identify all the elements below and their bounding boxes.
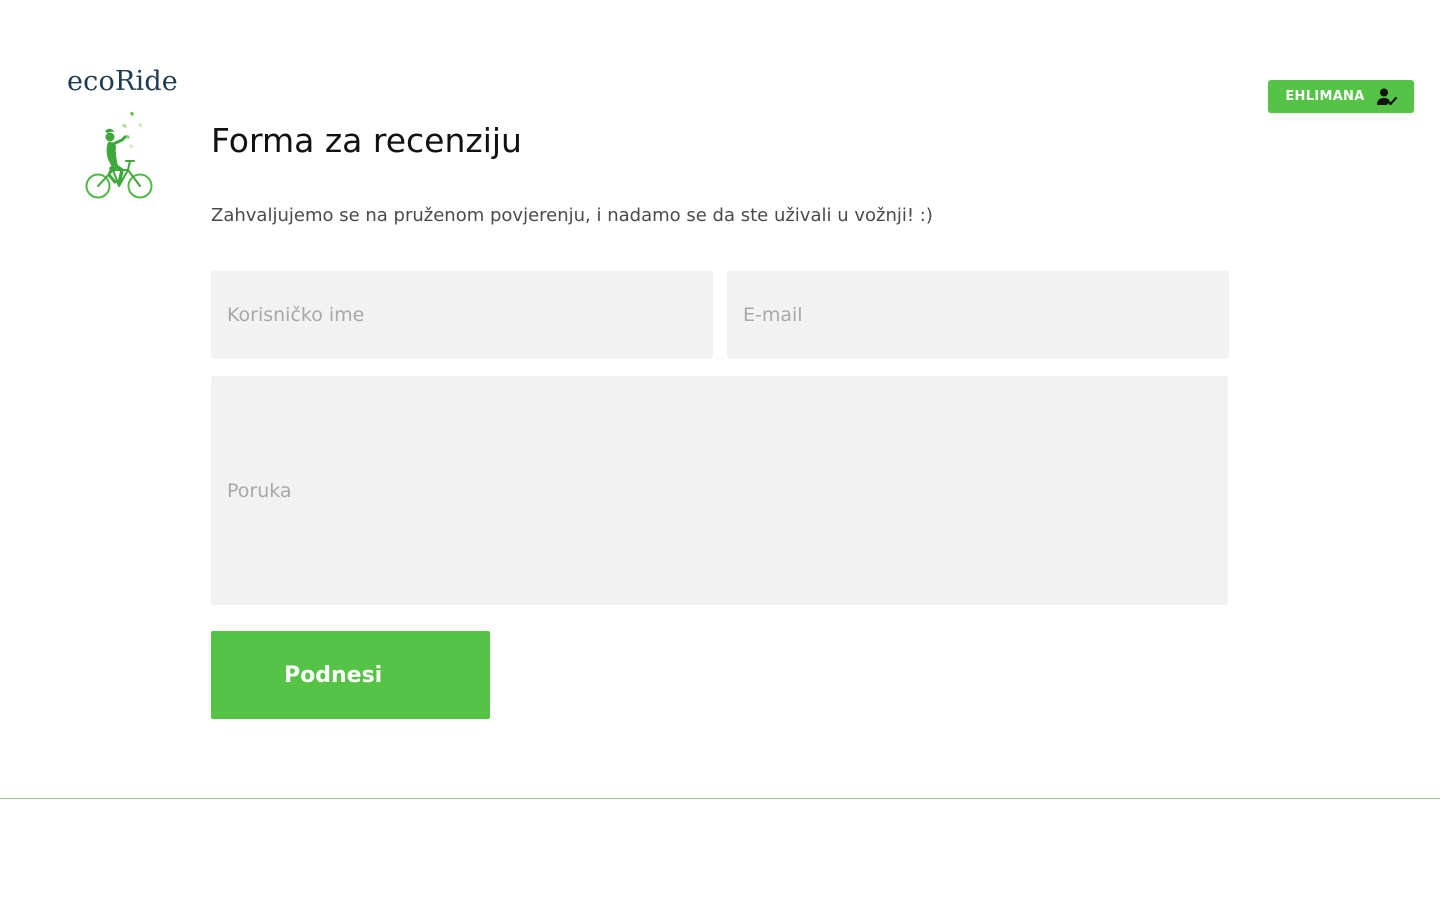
ecoride-logo[interactable]: ecoRide xyxy=(60,66,180,206)
cyclist-logo-icon xyxy=(85,111,153,199)
user-account-button[interactable]: EHLIMANA xyxy=(1268,80,1414,113)
logo-text: ecoRide xyxy=(67,66,178,97)
email-input[interactable] xyxy=(727,271,1229,359)
submit-button[interactable]: Podnesi xyxy=(211,631,490,719)
footer-divider xyxy=(0,798,1440,799)
user-check-icon xyxy=(1376,88,1397,105)
message-textarea[interactable] xyxy=(211,376,1228,605)
page-title: Forma za recenziju xyxy=(211,121,522,160)
username-input[interactable] xyxy=(211,271,713,359)
user-button-label: EHLIMANA xyxy=(1285,89,1365,104)
page-subtitle: Zahvaljujemo se na pruženom povjerenju, … xyxy=(211,205,933,226)
review-page: ecoRide EHLIMANA Forma za recenziju Zahv… xyxy=(0,0,1440,900)
